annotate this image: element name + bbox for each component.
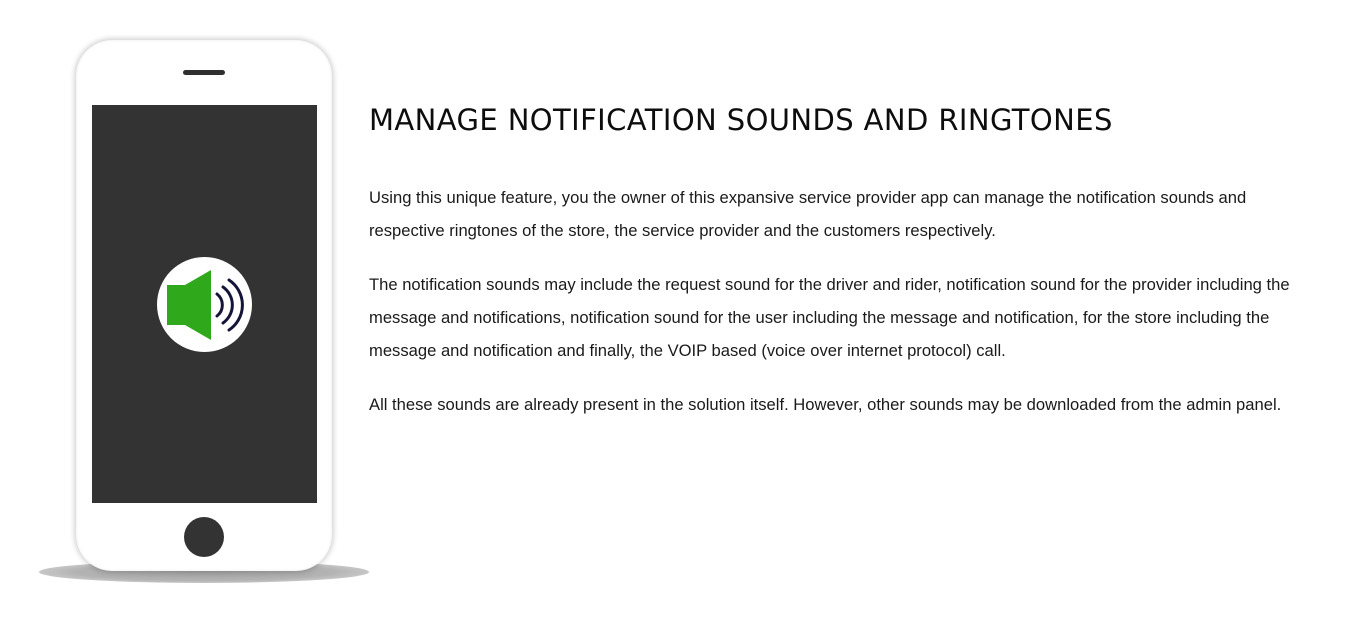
feature-section: MANAGE NOTIFICATION SOUNDS AND RINGTONES… xyxy=(369,98,1319,442)
phone-illustration xyxy=(76,40,332,571)
section-title: MANAGE NOTIFICATION SOUNDS AND RINGTONES xyxy=(369,103,1113,137)
phone-screen xyxy=(92,105,317,503)
paragraph-sound-types: The notification sounds may include the … xyxy=(369,275,1290,360)
paragraph-download: All these sounds are already present in … xyxy=(369,395,1282,414)
sound-badge xyxy=(157,257,252,352)
phone-home-button xyxy=(184,517,224,557)
paragraph-intro: Using this unique feature, you the owner… xyxy=(369,188,1247,240)
phone-earpiece xyxy=(183,70,225,75)
speaker-volume-icon xyxy=(167,270,244,340)
